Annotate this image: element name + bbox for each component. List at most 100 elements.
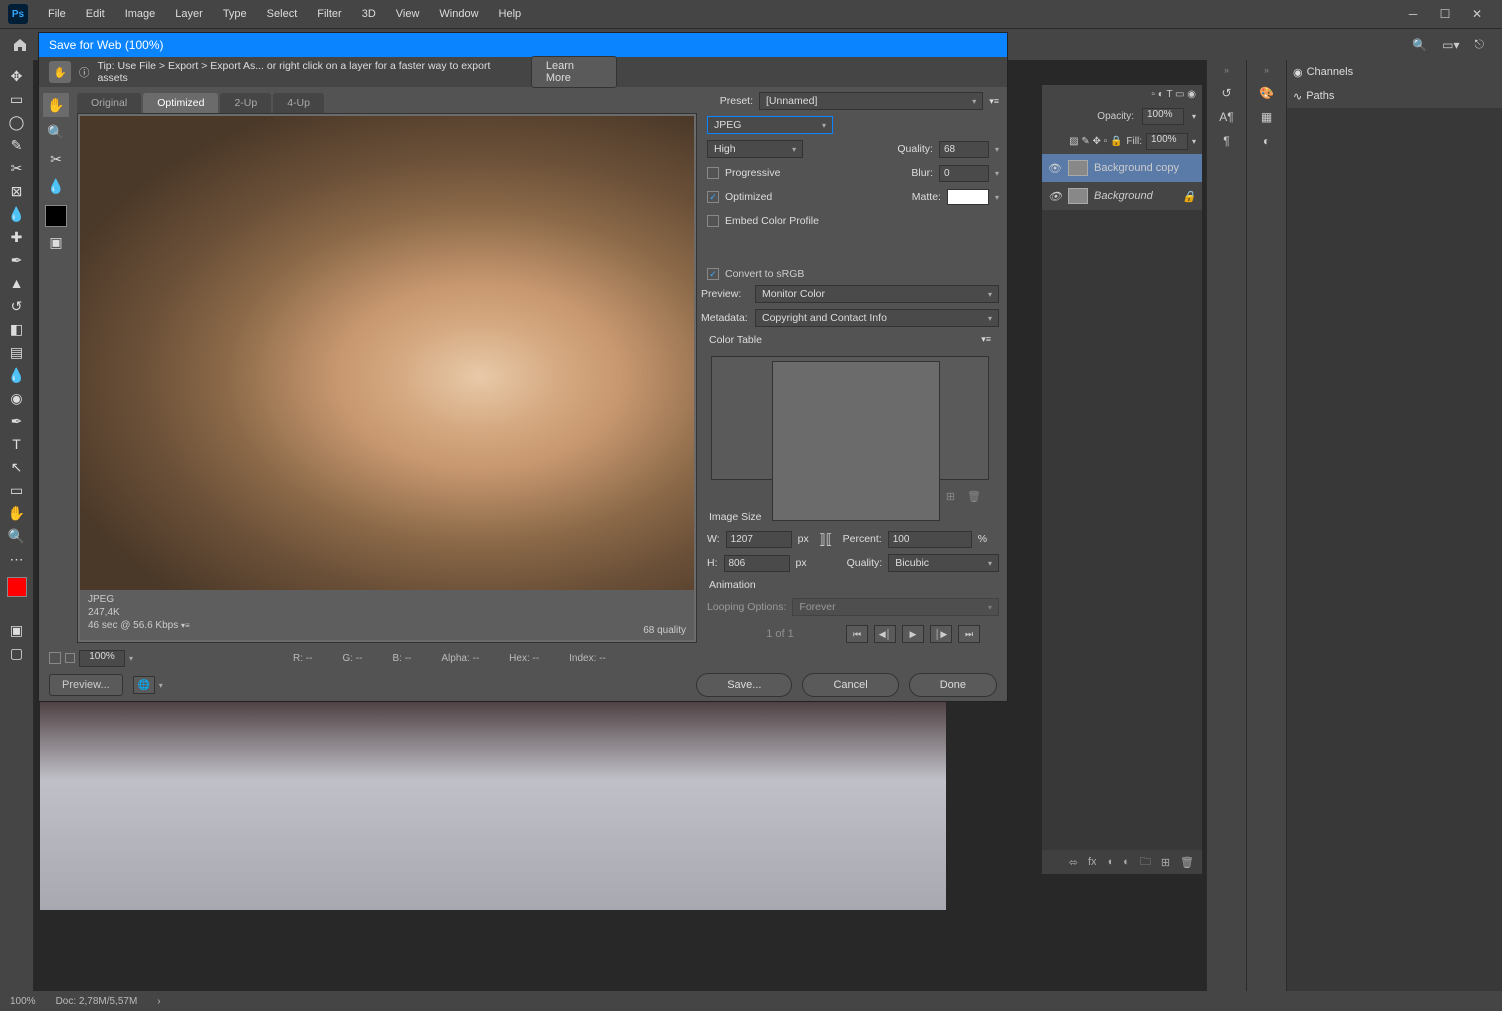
- home-button[interactable]: [8, 33, 32, 57]
- optimized-checkbox[interactable]: [707, 191, 719, 203]
- blur-input[interactable]: [939, 165, 989, 182]
- cancel-button[interactable]: Cancel: [802, 673, 898, 697]
- embed-checkbox[interactable]: [707, 215, 719, 227]
- matte-swatch[interactable]: [947, 189, 989, 205]
- quality-input[interactable]: [939, 141, 989, 158]
- blur-tool[interactable]: 💧: [3, 364, 31, 386]
- preview-button[interactable]: Preview...: [49, 674, 123, 696]
- menu-filter[interactable]: Filter: [307, 8, 351, 20]
- new-layer-icon[interactable]: ⊞: [1161, 856, 1170, 869]
- paragraph-styles-icon[interactable]: ¶: [1223, 134, 1229, 148]
- visibility-icon[interactable]: 👁: [1048, 190, 1062, 203]
- fx-icon[interactable]: fx: [1088, 856, 1097, 868]
- lasso-tool[interactable]: ◯: [3, 111, 31, 133]
- color-table-menu[interactable]: ▾≡: [981, 334, 991, 346]
- zoom-input[interactable]: 100%: [79, 650, 125, 667]
- swatches-icon[interactable]: ▦: [1261, 110, 1272, 124]
- brush-tool[interactable]: ✒: [3, 249, 31, 271]
- menu-file[interactable]: File: [38, 8, 76, 20]
- adjustment-icon[interactable]: ◐: [1123, 856, 1130, 868]
- foreground-color[interactable]: [7, 577, 27, 597]
- browser-preview-button[interactable]: 🌐: [133, 676, 155, 694]
- eraser-tool[interactable]: ◧: [3, 318, 31, 340]
- resample-dropdown[interactable]: Bicubic▾: [888, 554, 999, 572]
- menu-layer[interactable]: Layer: [165, 8, 213, 20]
- layer-row-1[interactable]: 👁 Background 🔒: [1042, 182, 1202, 210]
- lock-icons[interactable]: ▨ ✎ ✥ ▫ 🔒: [1069, 136, 1122, 147]
- progressive-checkbox[interactable]: [707, 167, 719, 179]
- preset-menu-icon[interactable]: ▾≡: [989, 96, 999, 107]
- learn-more-button[interactable]: Learn More: [531, 56, 617, 88]
- stamp-tool[interactable]: ▲: [3, 272, 31, 294]
- dialog-eyedropper-tool[interactable]: 💧: [43, 174, 69, 198]
- save-button[interactable]: Save...: [696, 673, 792, 697]
- toggle-slices-2-checkbox[interactable]: [65, 653, 75, 663]
- eyedropper-tool[interactable]: 💧: [3, 203, 31, 225]
- dialog-slice-visibility[interactable]: ▣: [43, 230, 69, 254]
- search-icon[interactable]: 🔍: [1412, 38, 1427, 52]
- quality-arrow[interactable]: ▾: [995, 145, 999, 154]
- crop-tool[interactable]: ✂: [3, 157, 31, 179]
- h-input[interactable]: [724, 555, 790, 572]
- color-table-grid[interactable]: [772, 361, 940, 521]
- preset-dropdown[interactable]: [Unnamed]▾: [759, 92, 983, 110]
- zoom-tool[interactable]: 🔍: [3, 525, 31, 547]
- next-frame-button[interactable]: │▶: [930, 625, 952, 643]
- w-input[interactable]: [726, 531, 792, 548]
- menu-edit[interactable]: Edit: [76, 8, 115, 20]
- history-icon[interactable]: ↺: [1221, 86, 1231, 100]
- channels-tab[interactable]: ◉Channels: [1293, 66, 1353, 79]
- folder-icon[interactable]: 🗀: [1140, 853, 1151, 872]
- toggle-slices-checkbox[interactable]: [49, 652, 61, 664]
- ct-icon-4[interactable]: ⊞: [946, 490, 955, 503]
- metadata-dropdown[interactable]: Copyright and Contact Info▾: [755, 309, 999, 327]
- fill-input[interactable]: 100%: [1146, 133, 1188, 150]
- preview-dropdown[interactable]: Monitor Color▾: [755, 285, 999, 303]
- tab-original[interactable]: Original: [77, 93, 141, 113]
- maximize-button[interactable]: ☐: [1438, 7, 1452, 21]
- dialog-color-swatch[interactable]: [45, 205, 67, 227]
- pf-time-menu[interactable]: ▾≡: [181, 621, 190, 630]
- browser-arrow[interactable]: ▾: [159, 681, 163, 690]
- quality-mode-dropdown[interactable]: High▾: [707, 140, 803, 158]
- gradient-tool[interactable]: ▤: [3, 341, 31, 363]
- srgb-checkbox[interactable]: [707, 268, 719, 280]
- preview-image[interactable]: [80, 116, 694, 590]
- marquee-tool[interactable]: ▭: [3, 88, 31, 110]
- type-tool[interactable]: T: [3, 433, 31, 455]
- rectangle-tool[interactable]: ▭: [3, 479, 31, 501]
- play-button[interactable]: ▶: [902, 625, 924, 643]
- status-arrow[interactable]: ›: [157, 996, 160, 1007]
- menu-view[interactable]: View: [386, 8, 430, 20]
- color-icon[interactable]: 🎨: [1259, 86, 1274, 100]
- mask-icon[interactable]: ◖: [1107, 856, 1114, 868]
- adjustments-icon[interactable]: ◐: [1263, 134, 1270, 148]
- first-frame-button[interactable]: ⏮: [846, 625, 868, 643]
- share-icon[interactable]: ⎋: [1475, 37, 1485, 52]
- paths-tab[interactable]: ∿Paths: [1293, 90, 1334, 103]
- move-tool[interactable]: ✥: [3, 65, 31, 87]
- ct-icon-5[interactable]: 🗑: [967, 490, 981, 503]
- dialog-zoom-tool[interactable]: 🔍: [43, 120, 69, 144]
- pen-tool[interactable]: ✒: [3, 410, 31, 432]
- history-brush-tool[interactable]: ↺: [3, 295, 31, 317]
- format-dropdown[interactable]: JPEG▾: [707, 116, 833, 134]
- menu-help[interactable]: Help: [489, 8, 532, 20]
- layer-filter-icons[interactable]: ▫ ◐ T ▭ ◉: [1151, 89, 1196, 100]
- menu-window[interactable]: Window: [429, 8, 488, 20]
- menu-image[interactable]: Image: [115, 8, 166, 20]
- link-dims-icon[interactable]: ⟧⟦: [819, 531, 833, 548]
- last-frame-button[interactable]: ⏭: [958, 625, 980, 643]
- prev-frame-button[interactable]: ◀│: [874, 625, 896, 643]
- menu-3d[interactable]: 3D: [352, 8, 386, 20]
- more-tools[interactable]: ⋯: [3, 548, 31, 570]
- frame-tool[interactable]: ⊠: [3, 180, 31, 202]
- minimize-button[interactable]: ─: [1406, 7, 1420, 21]
- tab-4up[interactable]: 4-Up: [273, 93, 324, 113]
- close-button[interactable]: ✕: [1470, 7, 1484, 21]
- tab-2up[interactable]: 2-Up: [220, 93, 271, 113]
- matte-arrow[interactable]: ▾: [995, 193, 999, 202]
- screen-mode[interactable]: ▢: [3, 642, 31, 664]
- dialog-titlebar[interactable]: Save for Web (100%): [39, 33, 1007, 57]
- link-icon[interactable]: ⬄: [1069, 856, 1078, 869]
